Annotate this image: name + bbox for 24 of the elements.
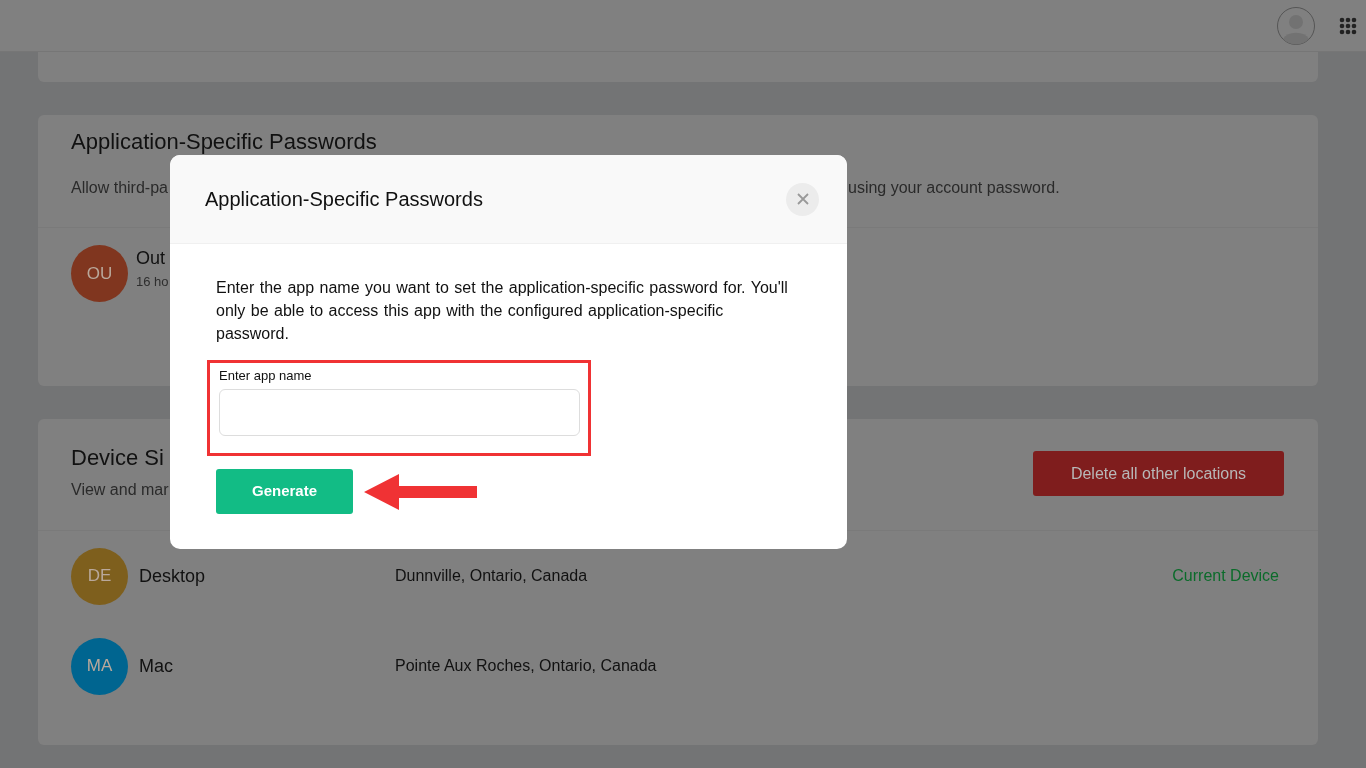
- close-button[interactable]: [786, 182, 819, 216]
- status-text: Current Device: [1172, 566, 1279, 586]
- location-text: Dunnville, Ontario, Canada: [395, 566, 588, 586]
- field-label: Enter app name: [219, 368, 313, 384]
- apps-grid-icon[interactable]: [1339, 16, 1357, 35]
- section-title: Application-Specific Passwords: [71, 130, 378, 154]
- device-name: Mac: [139, 654, 174, 678]
- section-description: using your account password.: [848, 178, 1060, 198]
- input-field[interactable]: [219, 389, 580, 436]
- section-title: Device Si: [71, 446, 165, 470]
- instruction-text: Enter the app name you want to set the application-specific password for. You'll only be able to access this app with the configured application-specific password.: [216, 278, 789, 344]
- location-text: Pointe Aux Roches, Ontario, Canada: [395, 656, 657, 676]
- avatar-icon[interactable]: [1277, 6, 1315, 45]
- avatar: OU: [71, 245, 128, 302]
- time-text: 16 ho: [136, 273, 169, 291]
- avatar: DE: [71, 547, 128, 605]
- app-name: Out: [136, 247, 166, 270]
- delete-button[interactable]: Delete all other locations: [1033, 451, 1284, 496]
- avatar: MA: [71, 637, 128, 695]
- close-icon: [796, 193, 809, 205]
- device-name: Desktop: [139, 564, 207, 588]
- section-description: Allow third-pa: [71, 179, 168, 196]
- section-description: View and mar: [71, 481, 169, 498]
- dialog-title: Application-Specific Passwords: [205, 187, 483, 211]
